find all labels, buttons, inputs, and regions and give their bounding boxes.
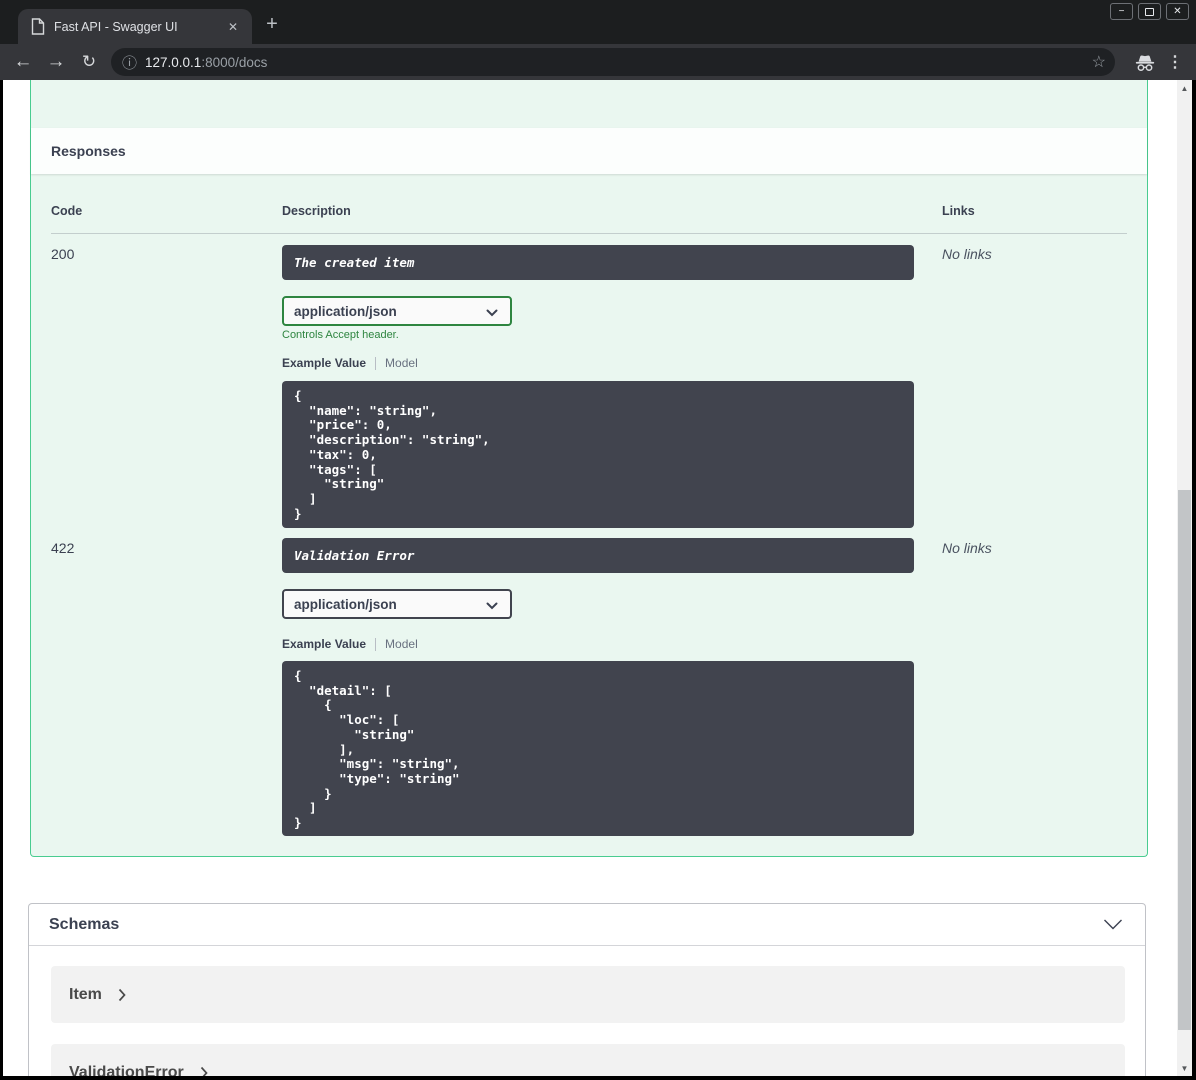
response-description-200: The created item [282, 245, 914, 280]
url-host: 127.0.0.1 [145, 54, 202, 70]
response-description-422: Validation Error [282, 538, 914, 573]
column-header-code: Code [51, 204, 83, 218]
schemas-title: Schemas [49, 915, 120, 933]
page-viewport: Responses Code Description Links 200 The… [3, 80, 1192, 1076]
chevron-down-icon[interactable] [1103, 919, 1123, 930]
url-text: 127.0.0.1:8000/docs [145, 48, 267, 76]
tab-model-200[interactable]: Model [385, 356, 418, 370]
info-icon[interactable]: ⓘ [122, 48, 137, 76]
tab-separator [375, 356, 377, 370]
response-code-422: 422 [51, 540, 75, 556]
forward-icon[interactable]: → [44, 44, 68, 80]
browser-tab[interactable]: Fast API - Swagger UI ✕ [18, 9, 252, 44]
browser-toolbar: ← → ↻ ⓘ 127.0.0.1:8000/docs ☆ ⋮ [0, 44, 1196, 80]
chevron-right-icon [200, 1066, 208, 1076]
media-type-value-422: application/json [294, 596, 397, 612]
responses-section-header: Responses [31, 128, 1147, 174]
new-tab-button[interactable]: + [258, 10, 286, 38]
url-path: :8000/docs [201, 54, 268, 70]
incognito-icon [1134, 44, 1156, 80]
media-type-select-200[interactable]: application/json [282, 296, 512, 326]
tab-example-value-422[interactable]: Example Value [282, 637, 366, 651]
tab-title: Fast API - Swagger UI [54, 19, 178, 34]
scroll-up-icon[interactable]: ▲ [1177, 81, 1192, 95]
schemas-header[interactable]: Schemas [29, 904, 1145, 946]
back-icon[interactable]: ← [11, 44, 35, 80]
accept-header-note: Controls Accept header. [282, 329, 399, 341]
example-json-422: { "detail": [ { "loc": [ "string" ], "ms… [282, 661, 914, 836]
chevron-right-icon [118, 988, 126, 1001]
address-bar[interactable]: ⓘ 127.0.0.1:8000/docs ☆ [111, 48, 1115, 76]
maximize-icon [1145, 7, 1154, 16]
schema-validationerror-row[interactable]: ValidationError [51, 1044, 1125, 1076]
bookmark-star-icon[interactable]: ☆ [1092, 48, 1106, 76]
page-scrollbar[interactable]: ▲ ▼ [1177, 80, 1192, 1076]
document-icon [31, 18, 45, 40]
chevron-down-icon [486, 309, 498, 317]
minimize-button[interactable]: − [1110, 3, 1133, 20]
schema-item-row[interactable]: Item [51, 966, 1125, 1023]
response-links-422: No links [942, 540, 992, 556]
reload-icon[interactable]: ↻ [77, 44, 101, 80]
maximize-button[interactable] [1138, 3, 1161, 20]
schemas-section: Schemas Item ValidationError [28, 903, 1146, 1076]
example-model-tabs-200: Example Value Model [282, 356, 418, 370]
media-type-value-200: application/json [294, 303, 397, 319]
schema-name-validationerror: ValidationError [69, 1063, 184, 1077]
scroll-down-icon[interactable]: ▼ [1177, 1061, 1192, 1075]
browser-window: Fast API - Swagger UI ✕ + − ✕ ← → ↻ ⓘ 12… [0, 0, 1196, 1080]
media-type-select-422[interactable]: application/json [282, 589, 512, 619]
menu-dots-icon[interactable]: ⋮ [1167, 44, 1183, 80]
column-header-description: Description [282, 204, 351, 218]
chevron-down-icon [486, 602, 498, 610]
column-header-links: Links [942, 204, 975, 218]
tab-model-422[interactable]: Model [385, 637, 418, 651]
response-code-200: 200 [51, 246, 75, 262]
table-header-divider [51, 233, 1127, 234]
scrollbar-thumb[interactable] [1178, 490, 1191, 1030]
schema-name-item: Item [69, 985, 102, 1003]
example-json-200: { "name": "string", "price": 0, "descrip… [282, 381, 914, 528]
tab-separator [375, 637, 377, 651]
tab-strip: Fast API - Swagger UI ✕ + − ✕ [0, 0, 1196, 44]
close-button[interactable]: ✕ [1166, 3, 1189, 20]
example-model-tabs-422: Example Value Model [282, 637, 418, 651]
response-links-200: No links [942, 246, 992, 262]
window-controls: − ✕ [1110, 3, 1189, 20]
opblock-responses: Responses Code Description Links 200 The… [30, 80, 1148, 857]
tab-example-value-200[interactable]: Example Value [282, 356, 366, 370]
tab-close-icon[interactable]: ✕ [224, 9, 242, 44]
responses-title: Responses [51, 143, 126, 159]
